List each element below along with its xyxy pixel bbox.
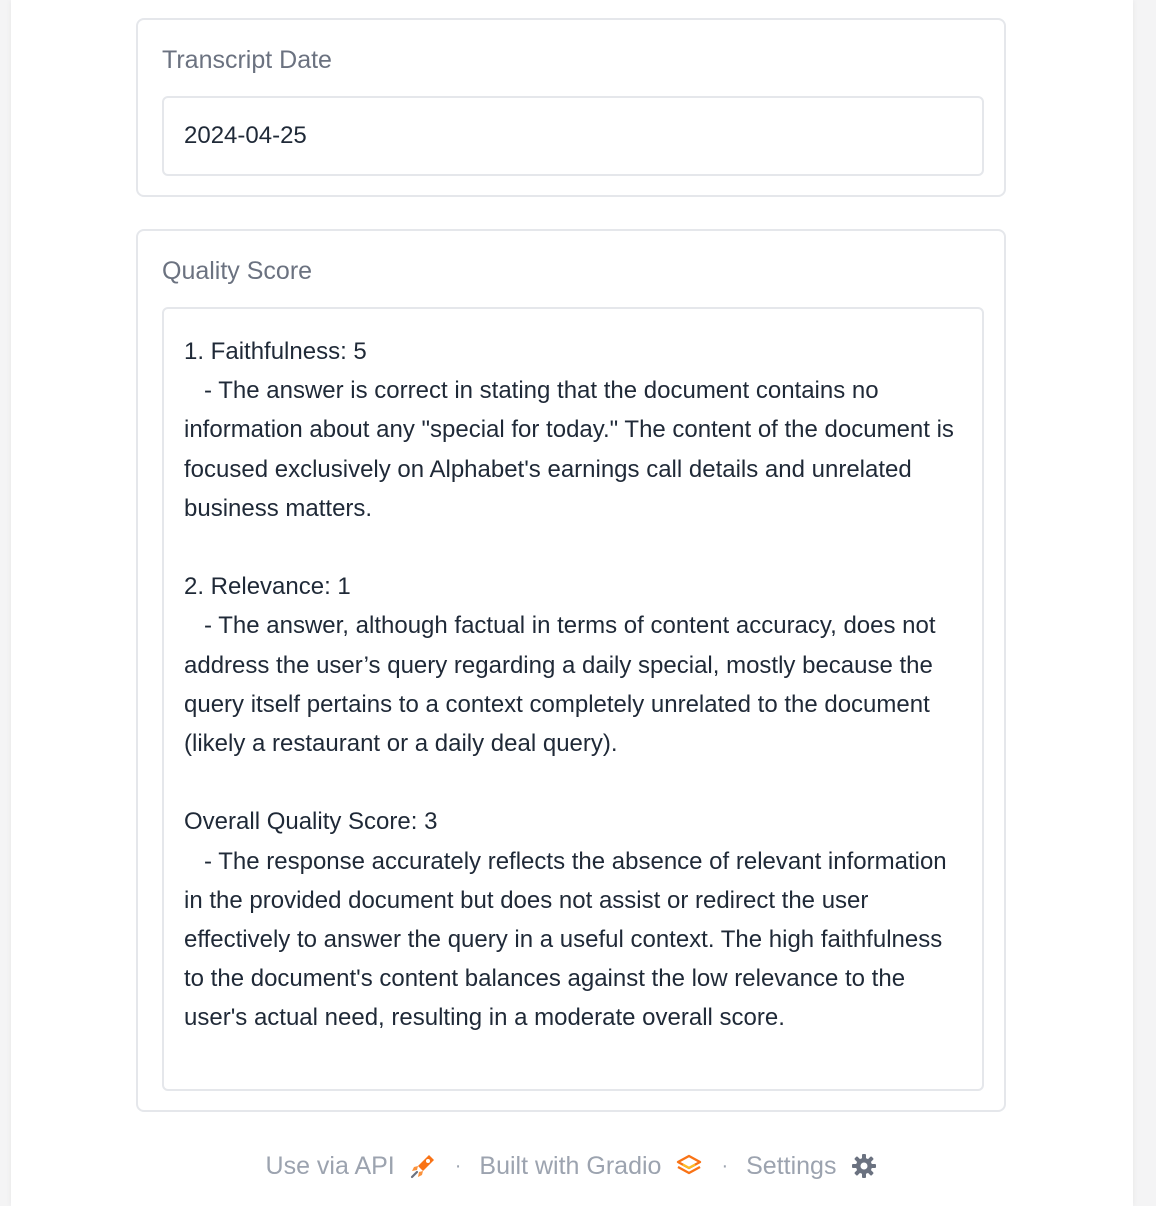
transcript-date-block: Transcript Date 2024-04-25 <box>136 18 1006 197</box>
quality-score-textarea[interactable]: 1. Faithfulness: 5 - The answer is corre… <box>162 307 984 1091</box>
quality-score-label: Quality Score <box>162 257 313 285</box>
built-with-gradio-link[interactable]: Built with Gradio <box>479 1152 703 1181</box>
quality-score-block: Quality Score 1. Faithfulness: 5 - The a… <box>136 229 1006 1112</box>
footer: Use via API · Built with Gradio · Settin… <box>11 1148 1133 1184</box>
app-container: Transcript Date 2024-04-25 Quality Score… <box>11 0 1133 1206</box>
built-with-gradio-label: Built with Gradio <box>479 1151 662 1180</box>
gear-icon <box>852 1154 877 1178</box>
gradio-logo-icon <box>677 1154 702 1175</box>
footer-separator: · <box>454 1154 462 1177</box>
rocket-icon <box>410 1155 434 1179</box>
footer-separator: · <box>721 1154 729 1177</box>
settings-label: Settings <box>746 1151 837 1180</box>
transcript-date-field[interactable]: 2024-04-25 <box>162 96 984 176</box>
settings-link[interactable]: Settings <box>746 1152 878 1181</box>
use-via-api-link[interactable]: Use via API <box>266 1152 437 1181</box>
use-via-api-label: Use via API <box>265 1151 395 1180</box>
transcript-date-label: Transcript Date <box>162 46 332 74</box>
